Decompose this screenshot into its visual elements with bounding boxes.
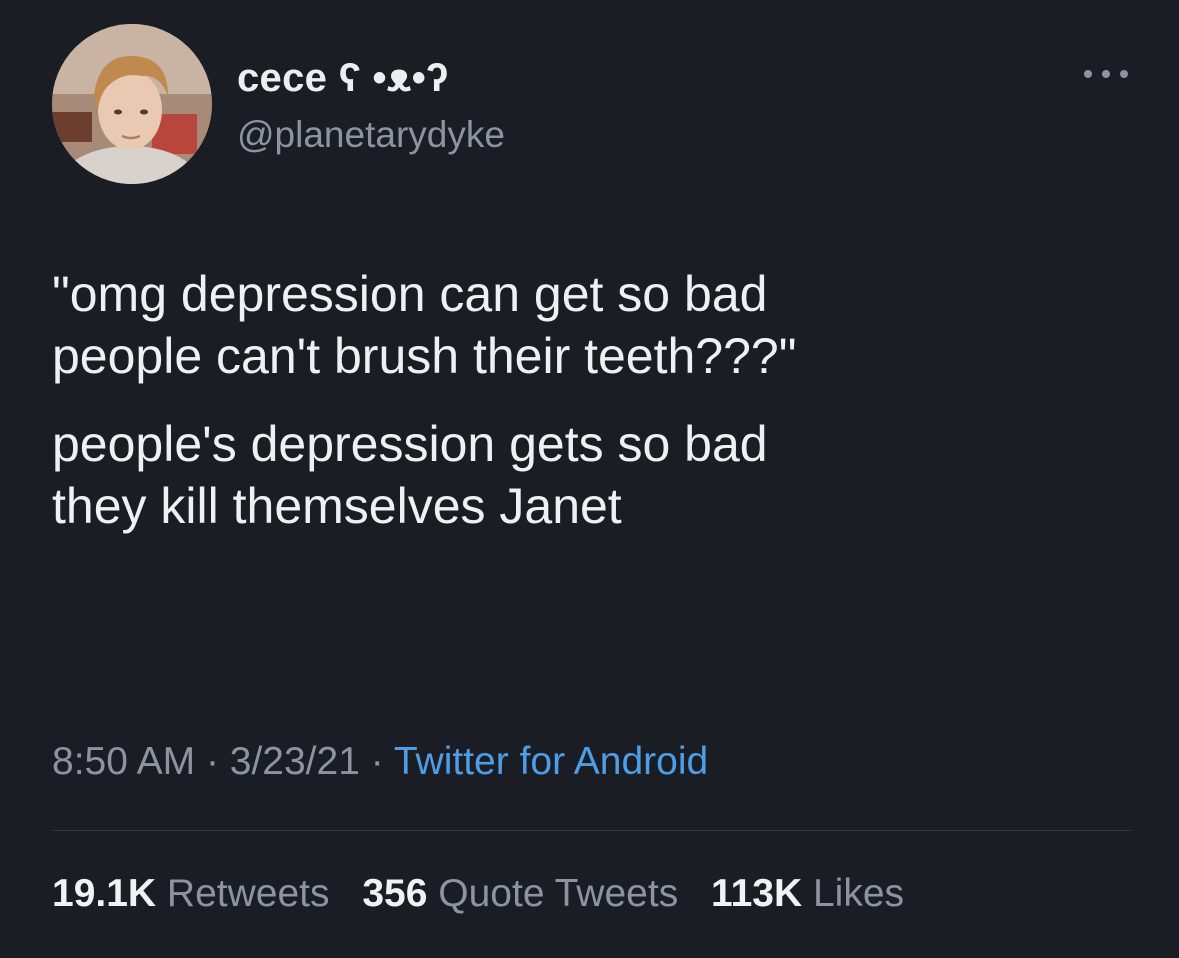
tweet-paragraph: people's depression gets so bad they kil… [52,416,768,534]
quote-tweets-stat[interactable]: 356 Quote Tweets [362,872,689,915]
tweet-time[interactable]: 8:50 AM [52,740,195,783]
tweet-source-link[interactable]: Twitter for Android [394,740,708,783]
avatar-photo [52,24,212,184]
likes-stat[interactable]: 113K Likes [711,872,904,915]
more-options-button[interactable] [1078,58,1134,90]
engagement-stats: 19.1K Retweets 356 Quote Tweets 113K Lik… [52,872,904,916]
retweets-stat[interactable]: 19.1K Retweets [52,872,340,915]
tweet-date[interactable]: 3/23/21 [230,740,360,783]
tweet-paragraph: "omg depression can get so bad people ca… [52,266,797,384]
display-name[interactable]: cece ʕ •ᴥ•ʔ [237,56,449,101]
likes-count: 113K [711,872,803,915]
user-handle[interactable]: @planetarydyke [237,114,505,156]
meta-separator: · [205,740,219,783]
meta-separator: · [370,740,384,783]
tweet-meta: 8:50 AM · 3/23/21 · Twitter for Android [52,740,708,784]
likes-label: Likes [812,872,905,915]
divider [52,830,1132,831]
tweet-text: "omg depression can get so bad people ca… [52,263,1132,537]
retweets-count: 19.1K [52,872,157,915]
quote-tweets-label: Quote Tweets [438,872,679,915]
tweet-card: cece ʕ •ᴥ•ʔ @planetarydyke "omg depressi… [0,0,1179,958]
more-horizontal-icon [1084,70,1128,78]
retweets-label: Retweets [166,872,330,915]
quote-tweets-count: 356 [362,872,428,915]
avatar[interactable] [52,24,212,184]
